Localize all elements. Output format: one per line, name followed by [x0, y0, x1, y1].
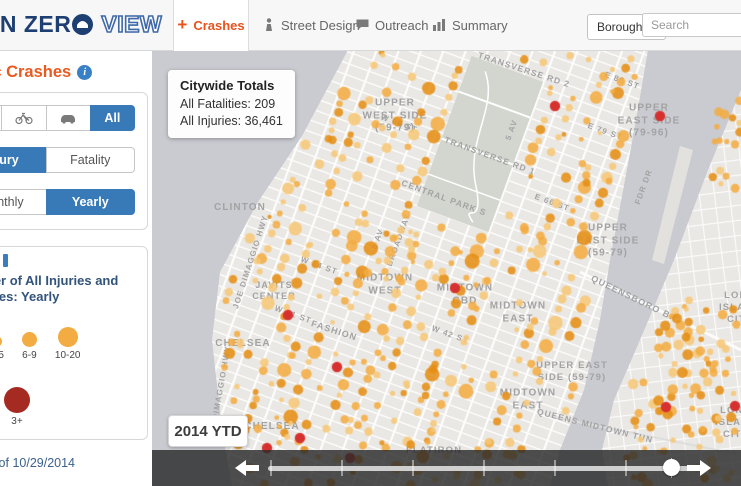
bar-chart-icon — [433, 19, 445, 31]
car-icon — [61, 114, 76, 124]
legend-dot-icon — [57, 327, 78, 347]
legend-item: 3+ — [4, 387, 30, 427]
sidebar: Traffic Crashes i — [0, 50, 152, 486]
tab-summary-label: Summary — [452, 17, 508, 33]
legend-injury-scale: 1-23-56-910-20 — [0, 327, 135, 361]
all-fatalities-total: All Fatalities: 209 — [180, 97, 276, 111]
timeline-tick — [625, 460, 627, 476]
citywide-totals-title: Citywide Totals — [180, 78, 275, 93]
car-logo-icon — [72, 14, 94, 35]
timeline-tick — [483, 460, 485, 476]
tab-outreach-label: Outreach — [375, 17, 429, 33]
timeline-next-arrow[interactable] — [686, 459, 712, 477]
page-title: Traffic Crashes i — [0, 63, 152, 82]
citywide-totals-box: Citywide Totals All Fatalities: 209 All … — [168, 70, 295, 138]
tab-summary[interactable]: Summary — [433, 0, 508, 50]
mode-all-label: All — [104, 111, 121, 125]
tab-crashes[interactable]: + Crashes — [173, 0, 249, 51]
period-yearly-label: Yearly — [71, 195, 109, 209]
timeline-bar — [152, 450, 741, 486]
info-icon[interactable]: i — [77, 65, 93, 80]
timeline-tick — [341, 460, 343, 476]
mode-car-button[interactable] — [45, 105, 90, 131]
search-input[interactable] — [642, 13, 741, 37]
mode-bike-button[interactable] — [1, 105, 46, 131]
year-to-date-label[interactable]: 2014 YTD — [168, 415, 248, 447]
legend-title-line1: Number of All Injuries and — [0, 273, 119, 288]
legend-dot-label: 3-5 — [0, 350, 4, 361]
bicycle-icon — [15, 112, 33, 124]
legend-dot-label: 3+ — [11, 416, 23, 427]
timeline-tick — [554, 460, 556, 476]
tab-street-design[interactable]: Street Design — [263, 0, 360, 50]
period-monthly-button[interactable]: Monthly — [0, 189, 46, 215]
filters-card: All Injury Fatality Monthly Yearly — [0, 92, 148, 230]
legend-item: 3-5 — [0, 336, 4, 361]
mode-filter-group: All — [0, 105, 135, 131]
type-filter-group: Injury Fatality — [0, 147, 135, 173]
legend-cutoff-fragment — [3, 254, 8, 267]
page-title-text: Traffic Crashes — [0, 63, 72, 81]
mode-all-button[interactable]: All — [89, 105, 135, 131]
plus-icon: + — [177, 15, 188, 34]
app-header: VISION ZER VIEW + Crashes Street Design O… — [0, 0, 741, 51]
legend-dot-label: 10-20 — [54, 350, 81, 361]
type-injury-button[interactable]: Injury — [0, 147, 46, 173]
timeline-handle[interactable] — [663, 459, 680, 476]
legend-dot-icon — [4, 387, 30, 413]
type-fatality-button[interactable]: Fatality — [45, 147, 135, 173]
type-injury-label: Injury — [0, 153, 19, 167]
app-logo: VISION ZER VIEW — [0, 10, 163, 38]
legend-dot-icon — [0, 336, 3, 347]
legend-dot-icon — [21, 332, 37, 347]
legend-item: 10-20 — [54, 327, 81, 361]
logo-view-text: VIEW — [101, 10, 163, 38]
legend-dot-label: 6-9 — [22, 350, 37, 361]
timeline-prev-arrow[interactable] — [234, 459, 260, 477]
legend-item: 6-9 — [21, 332, 37, 361]
timeline-track[interactable] — [268, 465, 692, 471]
logo-vision-zero-text: VISION ZER — [0, 11, 72, 37]
data-as-of-label: Data as of 10/29/2014 — [0, 456, 76, 470]
tab-outreach[interactable]: Outreach — [356, 0, 428, 50]
tab-crashes-label: Crashes — [193, 18, 245, 33]
speech-bubble-icon — [356, 19, 369, 30]
street-design-icon — [266, 18, 272, 31]
crash-map[interactable]: UPPERWEST SIDE(59-79)UPPEREAST SIDE(79-9… — [152, 50, 741, 486]
legend-title-line2: Fatalities: Yearly — [0, 289, 60, 304]
legend-fatality-scale: 123+ — [0, 387, 135, 427]
timeline-tick — [412, 460, 414, 476]
all-injuries-total: All Injuries: 36,461 — [180, 114, 283, 128]
borough-dropdown-label: Borough — [597, 20, 643, 34]
vision-zero-view-app: UPPERWEST SIDE(59-79)UPPEREAST SIDE(79-9… — [0, 0, 741, 486]
tab-street-design-label: Street Design — [281, 17, 360, 33]
legend-card: Number of All Injuries and Fatalities: Y… — [0, 246, 148, 440]
timeline-tick — [270, 460, 272, 476]
period-monthly-label: Monthly — [0, 195, 24, 209]
period-yearly-button[interactable]: Yearly — [45, 189, 135, 215]
period-filter-group: Monthly Yearly — [0, 189, 135, 215]
type-fatality-label: Fatality — [70, 153, 111, 167]
